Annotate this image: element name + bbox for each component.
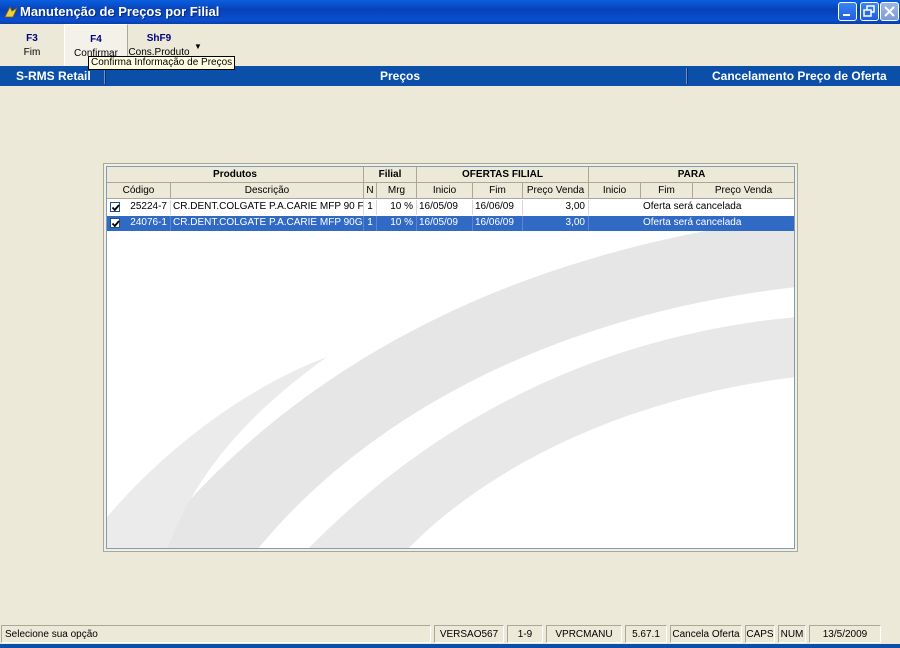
- product-name: S-RMS Retail: [16, 69, 91, 83]
- title-bar: Manutenção de Preços por Filial: [0, 0, 900, 24]
- cell-descricao: CR.DENT.COLGATE P.A.CARIE MFP 90 FD12: [171, 200, 364, 215]
- col-n[interactable]: N: [364, 183, 377, 199]
- col-codigo[interactable]: Código: [107, 183, 171, 199]
- module-name: Preços: [380, 69, 421, 83]
- minimize-button[interactable]: [838, 2, 857, 21]
- status-bar: Selecione sua opção VERSAO567 1-9 VPRCMA…: [0, 624, 900, 644]
- col-inicio[interactable]: Inicio: [417, 183, 473, 199]
- fim-key: F3: [26, 33, 38, 44]
- dropdown-arrow-icon[interactable]: ▼: [194, 42, 202, 51]
- window-title: Manutenção de Preços por Filial: [20, 4, 220, 19]
- prices-grid[interactable]: Produtos Filial OFERTAS FILIAL PARA Códi…: [106, 166, 795, 549]
- cell-inicio: 16/05/09: [417, 200, 473, 215]
- cell-fim: 16/06/09: [473, 200, 523, 215]
- cell-preco-venda: 3,00: [523, 216, 589, 231]
- group-produtos: Produtos: [107, 167, 364, 183]
- status-version: VERSAO567: [434, 625, 504, 643]
- status-message: Selecione sua opção: [1, 625, 431, 643]
- status-action: Cancela Oferta: [670, 625, 742, 643]
- cell-status: Oferta será cancelada: [643, 201, 742, 212]
- status-num: NUM: [778, 625, 806, 643]
- restore-icon: [863, 5, 875, 17]
- band-separator: [104, 68, 106, 84]
- cell-preco-venda: 3,00: [523, 200, 589, 215]
- screen-name: Cancelamento Preço de Oferta: [712, 69, 887, 83]
- column-header-row: Código Descrição N Mrg Inicio Fim Preço …: [107, 183, 794, 199]
- app-logo-icon: [4, 5, 18, 19]
- check-icon: [111, 220, 120, 228]
- check-icon: [111, 204, 120, 212]
- fim-label: Fim: [23, 47, 41, 58]
- cell-n: 1: [364, 200, 377, 215]
- cell-mrg: 10 %: [377, 200, 417, 215]
- bottom-edge: [0, 644, 900, 648]
- status-release: 5.67.1: [625, 625, 667, 643]
- close-icon: [884, 6, 895, 17]
- row-checkbox[interactable]: [107, 216, 125, 231]
- minimize-icon: [843, 14, 850, 16]
- close-button[interactable]: [880, 2, 899, 21]
- col-para-fim[interactable]: Fim: [641, 183, 693, 199]
- group-para: PARA: [589, 167, 794, 183]
- cons-produto-key: ShF9: [146, 33, 172, 44]
- group-filial: Filial: [364, 167, 417, 183]
- cell-n: 1: [364, 216, 377, 231]
- status-program: VPRCMANU: [546, 625, 622, 643]
- band-separator: [686, 68, 688, 84]
- cell-fim: 16/06/09: [473, 216, 523, 231]
- cell-descricao: CR.DENT.COLGATE P.A.CARIE MFP 90G CX1: [171, 216, 364, 231]
- col-preco-venda[interactable]: Preço Venda: [523, 183, 589, 199]
- table-row-selected[interactable]: 24076-1 CR.DENT.COLGATE P.A.CARIE MFP 90…: [107, 216, 794, 231]
- col-para-inicio[interactable]: Inicio: [589, 183, 641, 199]
- col-fim[interactable]: Fim: [473, 183, 523, 199]
- fim-button[interactable]: F3 Fim: [8, 24, 56, 66]
- status-date: 13/5/2009: [809, 625, 881, 643]
- cell-inicio: 16/05/09: [417, 216, 473, 231]
- row-checkbox[interactable]: [107, 200, 125, 215]
- group-ofertas-filial: OFERTAS FILIAL: [417, 167, 589, 183]
- status-page: 1-9: [507, 625, 543, 643]
- table-row[interactable]: 25224-7 CR.DENT.COLGATE P.A.CARIE MFP 90…: [107, 200, 794, 215]
- grid-panel: Produtos Filial OFERTAS FILIAL PARA Códi…: [103, 163, 798, 552]
- restore-button[interactable]: [860, 2, 879, 21]
- cell-codigo: 25224-7: [125, 200, 171, 215]
- cell-mrg: 10 %: [377, 216, 417, 231]
- tooltip: Confirma Informação de Preços: [88, 56, 236, 70]
- cell-codigo: 24076-1: [125, 216, 171, 231]
- cell-status: Oferta será cancelada: [643, 217, 742, 228]
- col-mrg[interactable]: Mrg: [377, 183, 417, 199]
- group-header-row: Produtos Filial OFERTAS FILIAL PARA: [107, 167, 794, 183]
- status-caps: CAPS: [745, 625, 775, 643]
- col-descricao[interactable]: Descrição: [171, 183, 364, 199]
- confirmar-key: F4: [90, 34, 102, 45]
- col-para-preco-venda[interactable]: Preço Venda: [693, 183, 794, 199]
